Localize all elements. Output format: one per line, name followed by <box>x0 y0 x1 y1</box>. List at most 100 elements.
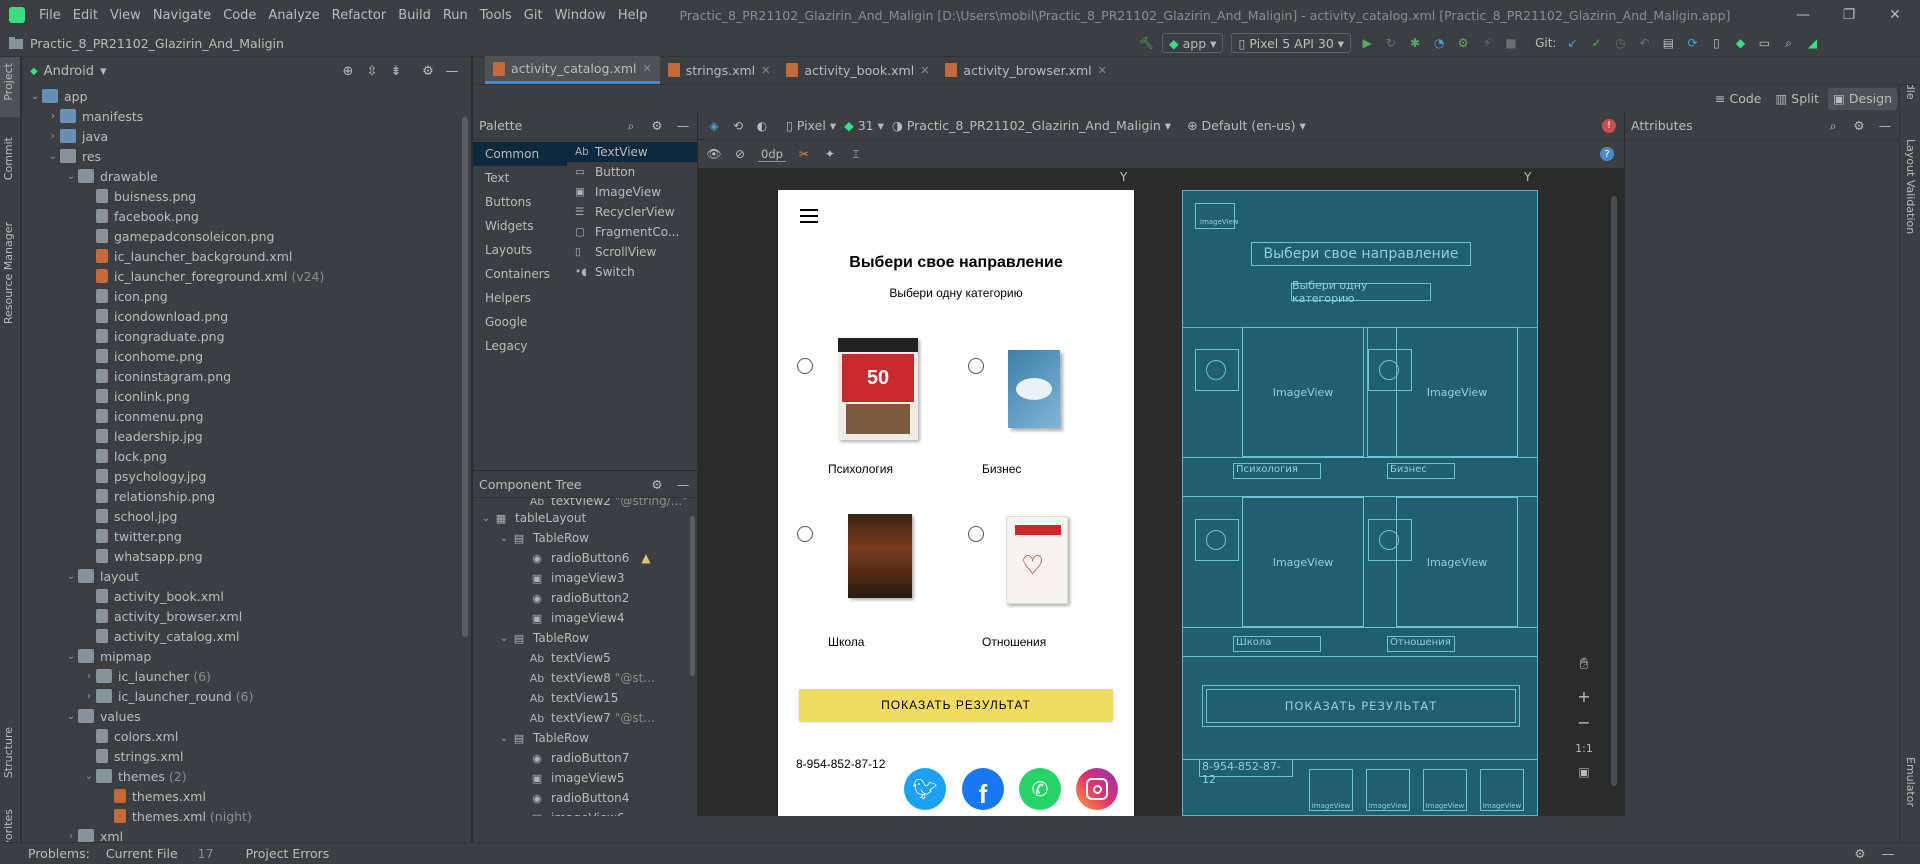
chevron-down-icon[interactable]: ⌄ <box>64 571 78 582</box>
menu-build[interactable]: Build <box>392 8 437 23</box>
resource-manager-tool-tab[interactable]: Resource Manager <box>2 222 15 324</box>
project-tree-item[interactable]: ic_launcher_background.xml <box>22 246 462 266</box>
project-tree-item[interactable]: › ic_launcher (6) <box>22 666 462 686</box>
close-icon[interactable]: ✕ <box>1872 0 1918 30</box>
locate-icon[interactable]: ⊕ <box>340 64 356 80</box>
hide-panel-icon[interactable]: — <box>1880 846 1896 862</box>
project-tree-item[interactable]: colors.xml <box>22 726 462 746</box>
orientation-icon[interactable]: ⟲ <box>730 118 746 134</box>
commit-tool-tab[interactable]: Commit <box>2 137 15 180</box>
project-tree-item[interactable]: lock.png <box>22 446 462 466</box>
twitter-icon[interactable]: 🐦︎ <box>904 768 946 810</box>
project-tree-item[interactable]: twitter.png <box>22 526 462 546</box>
git-commit-icon[interactable]: ✓ <box>1588 35 1604 51</box>
menu-help[interactable]: Help <box>612 8 654 23</box>
warning-icon[interactable]: ▲ <box>641 551 650 565</box>
gear-icon[interactable]: ⚙ <box>649 476 665 492</box>
menu-git[interactable]: Git <box>518 8 549 23</box>
guidelines-icon[interactable]: ⌶ <box>848 146 864 162</box>
palette-category[interactable]: Layouts <box>473 238 567 262</box>
project-tree-item[interactable]: themes.xml (night) <box>22 806 462 826</box>
project-tree-item[interactable]: activity_catalog.xml <box>22 626 462 646</box>
device-dropdown[interactable]: ▯ Pixel ▾ <box>786 118 836 133</box>
palette-category[interactable]: Containers <box>473 262 567 286</box>
rerun-icon[interactable]: ↻ <box>1383 35 1399 51</box>
chevron-right-icon[interactable]: › <box>82 691 96 702</box>
search-icon[interactable]: ⌕ <box>1825 118 1841 134</box>
show-result-button[interactable]: ПОКАЗАТЬ РЕЗУЛЬТАТ <box>799 689 1113 721</box>
menu-edit[interactable]: Edit <box>67 8 104 23</box>
maximize-icon[interactable]: ❐ <box>1826 0 1872 30</box>
close-tab-icon[interactable]: ✕ <box>1098 64 1107 77</box>
menu-run[interactable]: Run <box>437 8 474 23</box>
project-tree-item[interactable]: strings.xml <box>22 746 462 766</box>
project-tree-item[interactable]: psychology.jpg <box>22 466 462 486</box>
editor-tab[interactable]: activity_book.xml ✕ <box>778 56 937 84</box>
sdk-manager-icon[interactable]: ▤ <box>1660 35 1676 51</box>
project-tree-item[interactable]: iconmenu.png <box>22 406 462 426</box>
phone-preview[interactable]: Выбери свое направление Выбери одну кате… <box>778 190 1134 816</box>
radio-button[interactable] <box>968 358 984 374</box>
locale-dropdown[interactable]: ⊕ Default (en-us) ▾ <box>1187 118 1306 133</box>
hide-panel-icon[interactable]: — <box>675 476 691 492</box>
emulator-tool-tab[interactable]: Emulator <box>1904 757 1917 807</box>
component-tree-item[interactable]: Ab textView5 <box>473 648 697 668</box>
palette-item[interactable]: •◖ Switch <box>567 262 697 282</box>
project-tree-item[interactable]: facebook.png <box>22 206 462 226</box>
project-tree-item[interactable]: activity_book.xml <box>22 586 462 606</box>
palette-category[interactable]: Buttons <box>473 190 567 214</box>
close-tab-icon[interactable]: ✕ <box>920 64 929 77</box>
palette-category[interactable]: Common <box>473 142 567 166</box>
chevron-down-icon[interactable]: ⌄ <box>46 151 60 162</box>
component-tree-item[interactable]: ◉ radioButton6 ▲ <box>473 548 697 568</box>
chevron-down-icon[interactable]: ▾ <box>100 64 107 79</box>
component-tree-item[interactable]: ⌄ ▤ TableRow <box>473 628 697 648</box>
project-tree-item[interactable]: ⌄ mipmap <box>22 646 462 666</box>
zoom-in-icon[interactable]: + <box>1572 684 1596 708</box>
resize-handle-icon[interactable]: Y <box>1120 170 1127 184</box>
zoom-out-icon[interactable]: − <box>1572 710 1596 734</box>
chevron-down-icon[interactable]: ⌄ <box>64 711 78 722</box>
chevron-right-icon[interactable]: › <box>46 111 60 122</box>
component-tree-item[interactable]: ◉ radioButton4 <box>473 788 697 808</box>
collapse-all-icon[interactable]: ⇟ <box>388 64 404 80</box>
autoconnect-icon[interactable]: ⊘ <box>732 146 748 162</box>
menu-file[interactable]: File <box>33 8 67 23</box>
component-tree-item[interactable]: ◉ radioButton2 <box>473 588 697 608</box>
chevron-right-icon[interactable]: › <box>64 831 78 842</box>
radio-button[interactable] <box>797 358 813 374</box>
palette-category[interactable]: Google <box>473 310 567 334</box>
menu-navigate[interactable]: Navigate <box>147 8 217 23</box>
stop-icon[interactable]: ■ <box>1503 35 1519 51</box>
design-mode-button[interactable]: ▣ Design <box>1828 87 1897 110</box>
default-margin-field[interactable]: 0dp <box>758 147 786 162</box>
git-history-icon[interactable]: ◷ <box>1612 35 1628 51</box>
radio-button[interactable] <box>968 526 984 542</box>
project-tree-item[interactable]: iconinstagram.png <box>22 366 462 386</box>
project-tree-item[interactable]: icon.png <box>22 286 462 306</box>
search-icon[interactable]: ⌕ <box>623 118 639 134</box>
project-tree-item[interactable]: themes.xml <box>22 786 462 806</box>
apply-changes-icon[interactable]: ⚡ <box>1479 35 1495 51</box>
close-tab-icon[interactable]: ✕ <box>643 62 652 75</box>
menu-window[interactable]: Window <box>549 8 612 23</box>
project-tree-item[interactable]: activity_browser.xml <box>22 606 462 626</box>
component-tree-scrollbar[interactable] <box>690 516 695 676</box>
profile-icon[interactable]: ◔ <box>1431 35 1447 51</box>
editor-tab[interactable]: activity_catalog.xml ✕ <box>485 56 660 84</box>
gear-icon[interactable]: ⚙ <box>1852 846 1868 862</box>
debug-icon[interactable]: ✱ <box>1407 35 1423 51</box>
device-manager-icon[interactable]: ▯ <box>1708 35 1724 51</box>
device-select[interactable]: ▯ Pixel 5 API 30 ▾ <box>1231 33 1352 53</box>
component-tree-item[interactable]: ◉ radioButton7 <box>473 748 697 768</box>
project-tree-item[interactable]: gamepadconsoleicon.png <box>22 226 462 246</box>
chevron-down-icon[interactable]: ⌄ <box>28 91 42 102</box>
git-update-icon[interactable]: ↙ <box>1564 35 1580 51</box>
project-tree-item[interactable]: ic_launcher_foreground.xml (v24) <box>22 266 462 286</box>
project-tree-item[interactable]: ⌄ app <box>22 86 462 106</box>
problems-label[interactable]: Problems: <box>28 846 90 861</box>
component-tree-item[interactable]: ⌄ ▦ tableLayout <box>473 508 697 528</box>
avd-icon[interactable]: ◆ <box>1732 35 1748 51</box>
design-surface-icon[interactable]: ◈ <box>706 118 722 134</box>
project-tree-item[interactable]: ⌄ values <box>22 706 462 726</box>
